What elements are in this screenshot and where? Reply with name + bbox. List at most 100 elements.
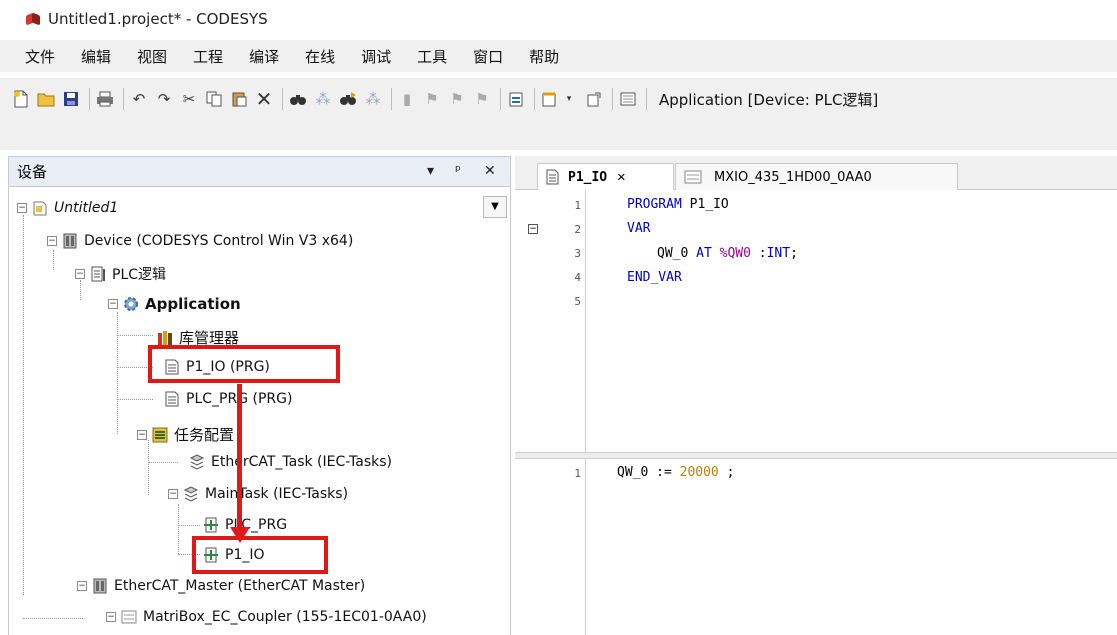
- tree-item-device[interactable]: − Device (CODESYS Control Win V3 x64): [47, 233, 353, 249]
- toolbar: ↶ ↷ ✂ ✕ ⁂ ⁂ ▮ ⚑ ⚑ ⚑ ▾ Application [Devic…: [0, 78, 1117, 120]
- title-bar: Untitled1.project* - CODESYS: [0, 0, 1117, 38]
- tree-item-ethercat-task[interactable]: EtherCAT_Task (IEC-Tasks): [189, 454, 392, 470]
- tree-label: MainTask (IEC-Tasks): [205, 486, 349, 502]
- menu-edit[interactable]: 编辑: [81, 46, 111, 67]
- copy-icon[interactable]: [205, 90, 223, 108]
- dropdown-arrow-icon[interactable]: ▾: [560, 90, 578, 108]
- program-icon: [165, 391, 179, 407]
- menu-bar: 文件 编辑 视图 工程 编译 在线 调试 工具 窗口 帮助: [0, 40, 1117, 72]
- tree-label: MatriBox_EC_Coupler (155-1EC01-0AA0): [143, 609, 427, 625]
- line-number: 1: [574, 199, 581, 212]
- bookmark-next-icon[interactable]: ⚑: [448, 90, 466, 108]
- tree-label: 任务配置: [174, 426, 235, 444]
- gutter-divider: [585, 190, 586, 452]
- code-text: QW_0: [657, 246, 697, 261]
- matribox-icon: [121, 610, 137, 624]
- export-icon[interactable]: [585, 90, 603, 108]
- menu-help[interactable]: 帮助: [529, 46, 559, 67]
- code-text: ;: [718, 465, 735, 480]
- collapse-toggle[interactable]: −: [108, 299, 118, 309]
- device-icon: [63, 233, 77, 249]
- tree-item-plc-logic[interactable]: − PLC逻辑: [75, 264, 166, 284]
- tree-connector: [117, 335, 153, 336]
- device-icon[interactable]: [619, 90, 637, 108]
- menu-debug[interactable]: 调试: [361, 46, 391, 67]
- undo-icon[interactable]: ↶: [130, 90, 148, 108]
- menu-build[interactable]: 编译: [249, 46, 279, 67]
- tab-mxio[interactable]: MXIO_435_1HD00_0AA0: [675, 163, 958, 190]
- toolbar-second-row: [0, 120, 1117, 150]
- open-folder-icon[interactable]: [37, 90, 55, 108]
- tree-label: PLC逻辑: [112, 267, 167, 283]
- program-icon: [546, 169, 559, 185]
- code-line-2[interactable]: VAR: [627, 221, 650, 236]
- tree-item-task-config[interactable]: − 任务配置: [137, 424, 234, 445]
- tree-item-main-task[interactable]: − MainTask (IEC-Tasks): [168, 486, 348, 502]
- tree-item-plc-prg[interactable]: PLC_PRG (PRG): [164, 391, 292, 407]
- menu-view[interactable]: 视图: [137, 46, 167, 67]
- collapse-toggle[interactable]: −: [17, 203, 27, 213]
- program-call-icon: [204, 517, 218, 533]
- add-object-icon[interactable]: [541, 90, 559, 108]
- code-line-impl-1[interactable]: QW_0 := 20000 ;: [617, 465, 734, 480]
- find-next-icon[interactable]: [339, 90, 357, 108]
- active-application-label: Application [Device: PLC逻辑]: [659, 90, 879, 109]
- tab-label: MXIO_435_1HD00_0AA0: [714, 169, 872, 185]
- tree-item-coupler[interactable]: − MatriBox_EC_Coupler (155-1EC01-0AA0): [106, 609, 427, 625]
- menu-tools[interactable]: 工具: [417, 46, 447, 67]
- tree-label: Device (CODESYS Control Win V3 x64): [84, 233, 354, 249]
- fold-toggle-icon[interactable]: −: [528, 224, 538, 234]
- find-replace-icon[interactable]: ⁂: [314, 90, 332, 108]
- code-line-1[interactable]: PROGRAM P1_IO: [627, 197, 729, 212]
- bookmark-icon[interactable]: ▮: [398, 90, 416, 108]
- task-icon: [189, 454, 205, 470]
- tree-item-project[interactable]: − Untitled1: [17, 200, 118, 216]
- cut-icon[interactable]: ✂: [180, 90, 198, 108]
- close-tab-icon[interactable]: ✕: [617, 169, 625, 185]
- menu-window[interactable]: 窗口: [473, 46, 503, 67]
- paste-icon[interactable]: [230, 90, 248, 108]
- redo-icon[interactable]: ↷: [155, 90, 173, 108]
- tree-item-application[interactable]: − Application: [108, 295, 241, 313]
- tree-label: Untitled1: [54, 200, 119, 216]
- tab-p1-io[interactable]: P1_IO ✕: [537, 163, 674, 190]
- tab-label: P1_IO: [568, 169, 608, 185]
- tree-connector: [178, 525, 200, 526]
- menu-online[interactable]: 在线: [305, 46, 335, 67]
- code-keyword: PROGRAM: [627, 197, 682, 212]
- task-config-icon: [152, 427, 168, 442]
- collapse-toggle[interactable]: −: [137, 429, 147, 440]
- tree-connector: [117, 399, 153, 400]
- clipboard-icon[interactable]: [507, 90, 525, 108]
- print-icon[interactable]: [96, 90, 114, 108]
- code-line-3[interactable]: QW_0 AT %QW0 :INT;: [657, 246, 798, 261]
- collapse-toggle[interactable]: −: [106, 612, 116, 622]
- menu-project[interactable]: 工程: [193, 46, 223, 67]
- panel-menu-icon[interactable]: ▾: [427, 163, 434, 179]
- toolbar-separator: [391, 88, 392, 110]
- collapse-toggle[interactable]: −: [75, 269, 85, 279]
- find-icon[interactable]: [289, 90, 307, 108]
- replace-icon[interactable]: ⁂: [364, 90, 382, 108]
- code-address: %QW0: [711, 246, 759, 261]
- close-panel-icon[interactable]: ✕: [484, 163, 496, 179]
- menu-file[interactable]: 文件: [25, 46, 55, 67]
- bookmark-prev-icon[interactable]: ⚑: [473, 90, 491, 108]
- code-text: QW_0 :=: [617, 465, 680, 480]
- collapse-toggle[interactable]: −: [47, 236, 57, 246]
- editor-splitter[interactable]: [515, 452, 1117, 459]
- delete-icon[interactable]: ✕: [255, 87, 273, 111]
- collapse-toggle[interactable]: −: [77, 581, 87, 591]
- bookmark-toggle-icon[interactable]: ⚑: [423, 90, 441, 108]
- new-file-icon[interactable]: [12, 90, 30, 108]
- tree-connector: [148, 462, 178, 463]
- code-line-4[interactable]: END_VAR: [627, 270, 682, 285]
- code-text: :: [758, 246, 767, 261]
- line-number: 5: [574, 295, 581, 308]
- save-icon[interactable]: [62, 90, 80, 108]
- tree-item-ethercat-master[interactable]: − EtherCAT_Master (EtherCAT Master): [77, 578, 365, 594]
- code-number: 20000: [679, 465, 719, 480]
- tree-dropdown-button[interactable]: ▼: [483, 196, 507, 218]
- collapse-toggle[interactable]: −: [168, 489, 178, 499]
- pin-icon[interactable]: ᵖ: [455, 163, 461, 179]
